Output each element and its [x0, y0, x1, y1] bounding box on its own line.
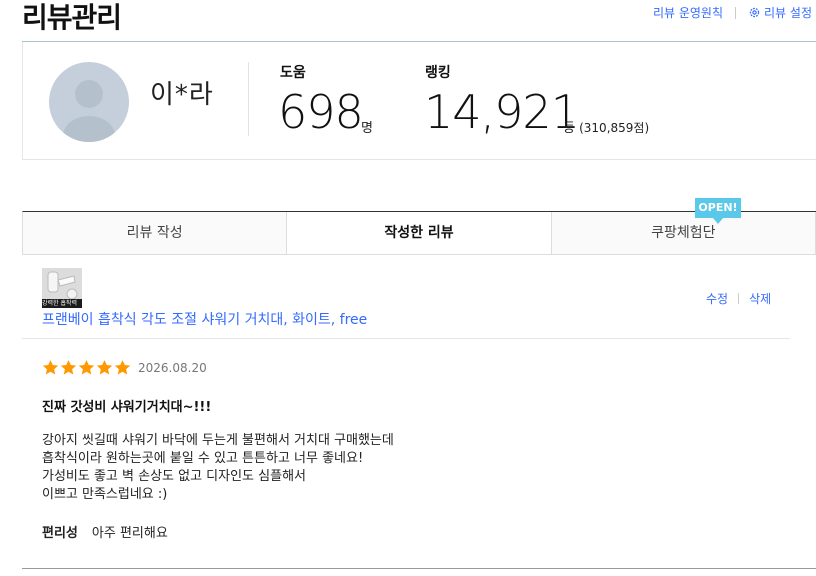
- rank-total: (310,859점): [579, 121, 650, 135]
- star-icon: [96, 360, 113, 375]
- rank-unit: 등: [563, 121, 575, 136]
- profile-divider: [248, 62, 249, 136]
- review-body: 강아지 씻길때 샤워기 바닥에 두는게 불편해서 거치대 구매했는데 흡착식이라…: [42, 432, 394, 504]
- tab-write-review[interactable]: 리뷰 작성: [23, 212, 288, 254]
- star-rating: [42, 359, 132, 376]
- product-thumbnail[interactable]: 강력한 흡착력: [42, 268, 82, 308]
- review-body-line: 이쁘고 만족스럽네요 :): [42, 487, 168, 502]
- review-body-line: 흡착식이라 원하는곳에 붙일 수 있고 튼튼하고 너무 좋네요!: [42, 451, 364, 466]
- help-count: 698: [278, 85, 364, 139]
- tab-coupang-tester[interactable]: 쿠팡체험단: [551, 212, 816, 254]
- gear-icon: [749, 7, 760, 18]
- delete-button[interactable]: 삭제: [749, 290, 771, 307]
- open-badge: OPEN!: [695, 198, 741, 224]
- thumbnail-caption: 강력한 흡착력: [42, 299, 82, 308]
- tab-written-reviews[interactable]: 작성한 리뷰: [287, 212, 552, 254]
- edit-button[interactable]: 수정: [706, 290, 728, 307]
- user-silhouette-icon: [63, 80, 115, 142]
- rank-label: 랭킹: [425, 65, 451, 81]
- nickname: 이*라: [150, 80, 214, 110]
- action-divider: [738, 293, 740, 304]
- star-icon: [78, 360, 95, 375]
- bottom-rule: [22, 568, 816, 569]
- review-body-line: 가성비도 좋고 벽 손상도 없고 디자인도 심플해서: [42, 469, 306, 484]
- review-policy-link[interactable]: 리뷰 운영원칙: [653, 4, 723, 21]
- help-label: 도움: [280, 65, 306, 81]
- review-divider: [22, 338, 790, 339]
- help-unit: 명: [361, 121, 373, 136]
- avatar: [49, 62, 129, 142]
- rank-unit-group: 등 (310,859점): [563, 117, 649, 136]
- product-name-link[interactable]: 프랜베이 흡착식 각도 조절 샤워기 거치대, 화이트, free: [42, 309, 367, 329]
- profile-card: [22, 42, 816, 160]
- review-date: 2026.08.20: [138, 361, 207, 375]
- review-headline: 진짜 갓성비 샤워기거치대~!!!: [42, 400, 212, 415]
- attribute-value: 아주 편리해요: [91, 526, 168, 541]
- top-links: 리뷰 운영원칙 리뷰 설정: [653, 4, 812, 21]
- link-divider: [735, 6, 737, 19]
- attribute-label: 편리성: [42, 526, 78, 541]
- star-icon: [42, 360, 59, 375]
- review-body-line: 강아지 씻길때 샤워기 바닥에 두는게 불편해서 거치대 구매했는데: [42, 433, 394, 448]
- review-attribute: 편리성 아주 편리해요: [42, 522, 168, 541]
- review-settings-link[interactable]: 리뷰 설정: [764, 4, 812, 21]
- rank-number: 14,921: [424, 85, 580, 139]
- star-icon: [60, 360, 77, 375]
- review-actions: 수정 삭제: [706, 290, 771, 307]
- star-icon: [114, 360, 131, 375]
- page-title: 리뷰관리: [22, 1, 122, 34]
